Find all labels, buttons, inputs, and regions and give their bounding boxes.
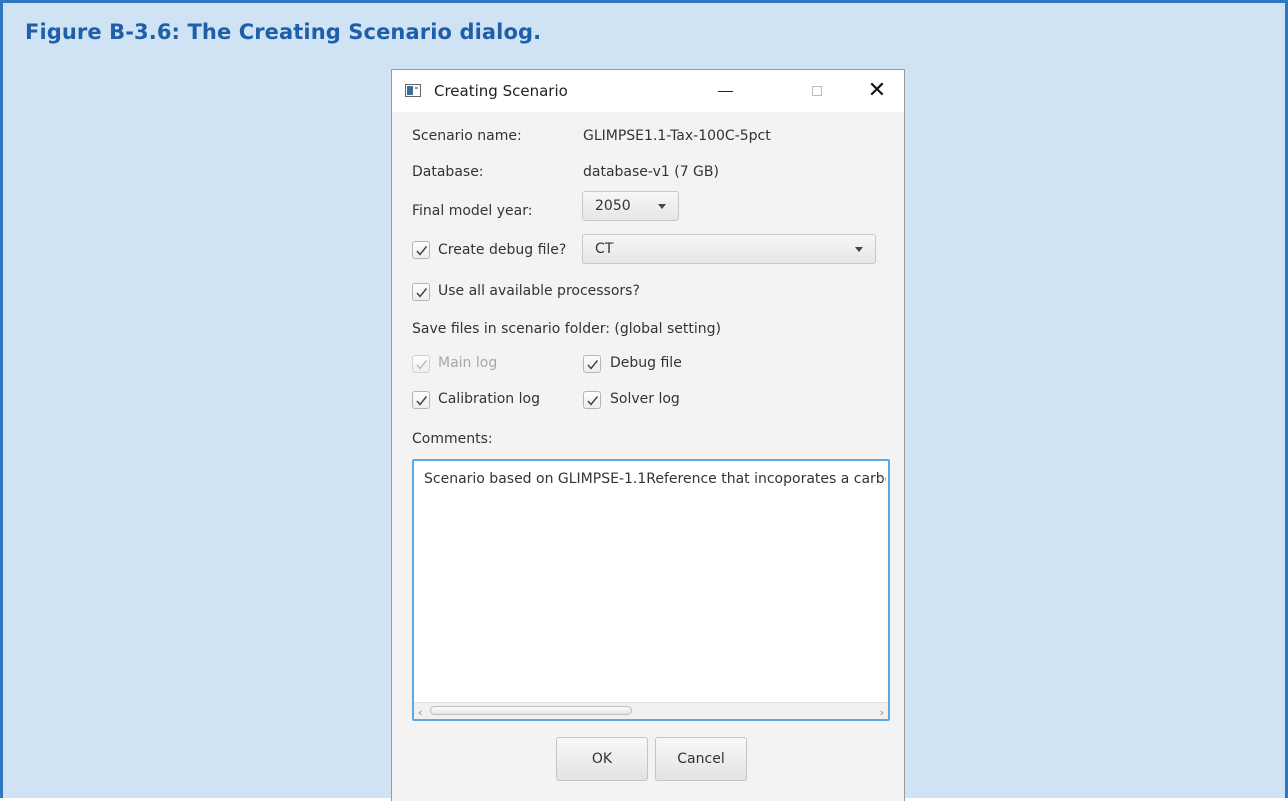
scenario-name-label: Scenario name: bbox=[412, 128, 522, 144]
use-all-processors-label: Use all available processors? bbox=[438, 283, 640, 299]
checkmark-icon bbox=[587, 396, 599, 406]
window-title: Creating Scenario bbox=[434, 82, 568, 100]
application-window-icon bbox=[405, 84, 421, 97]
ok-button[interactable]: OK bbox=[556, 737, 648, 781]
create-debug-file-label: Create debug file? bbox=[438, 242, 567, 258]
final-model-year-value: 2050 bbox=[595, 198, 631, 214]
calibration-log-checkbox[interactable] bbox=[412, 391, 430, 409]
create-debug-file-checkbox[interactable] bbox=[412, 241, 430, 259]
checkmark-icon bbox=[587, 360, 599, 370]
scenario-name-value: GLIMPSE1.1-Tax-100C-5pct bbox=[583, 128, 771, 144]
main-log-checkbox bbox=[412, 355, 430, 373]
chevron-down-icon bbox=[855, 247, 863, 252]
figure-box: Figure B-3.6: The Creating Scenario dial… bbox=[0, 0, 1288, 801]
cancel-button[interactable]: Cancel bbox=[655, 737, 747, 781]
minimize-button[interactable] bbox=[705, 78, 745, 104]
final-model-year-select[interactable]: 2050 bbox=[582, 191, 679, 221]
debug-region-select[interactable]: CT bbox=[582, 234, 876, 264]
creating-scenario-dialog: Creating Scenario ✕ Scenario name: GLIMP… bbox=[391, 69, 905, 801]
debug-file-label: Debug file bbox=[610, 355, 682, 371]
use-all-processors-checkbox[interactable] bbox=[412, 283, 430, 301]
solver-log-label: Solver log bbox=[610, 391, 680, 407]
figure-caption: Figure B-3.6: The Creating Scenario dial… bbox=[25, 20, 542, 44]
maximize-button[interactable] bbox=[797, 78, 837, 104]
title-bar[interactable]: Creating Scenario ✕ bbox=[392, 70, 904, 112]
save-files-label: Save files in scenario folder: (global s… bbox=[412, 321, 721, 337]
main-log-label: Main log bbox=[438, 355, 498, 371]
checkmark-icon bbox=[416, 360, 428, 370]
solver-log-checkbox[interactable] bbox=[583, 391, 601, 409]
debug-file-checkbox[interactable] bbox=[583, 355, 601, 373]
maximize-icon bbox=[812, 86, 822, 96]
scroll-left-icon[interactable]: ‹ bbox=[418, 706, 422, 719]
debug-region-value: CT bbox=[595, 241, 614, 257]
comments-text: Scenario based on GLIMPSE-1.1Reference t… bbox=[424, 471, 886, 487]
final-model-year-label: Final model year: bbox=[412, 203, 533, 219]
scrollbar-thumb[interactable] bbox=[430, 706, 632, 715]
scroll-right-icon[interactable]: › bbox=[880, 706, 884, 719]
close-button[interactable]: ✕ bbox=[857, 78, 897, 104]
chevron-down-icon bbox=[658, 204, 666, 209]
close-icon: ✕ bbox=[867, 78, 887, 103]
database-value: database-v1 (7 GB) bbox=[583, 164, 719, 180]
checkmark-icon bbox=[416, 396, 428, 406]
comments-textarea[interactable]: Scenario based on GLIMPSE-1.1Reference t… bbox=[412, 459, 890, 721]
checkmark-icon bbox=[416, 246, 428, 256]
minimize-icon bbox=[717, 90, 733, 92]
horizontal-scrollbar[interactable]: ‹ › bbox=[414, 702, 888, 719]
checkmark-icon bbox=[416, 288, 428, 298]
comments-label: Comments: bbox=[412, 431, 493, 447]
database-label: Database: bbox=[412, 164, 484, 180]
calibration-log-label: Calibration log bbox=[438, 391, 540, 407]
